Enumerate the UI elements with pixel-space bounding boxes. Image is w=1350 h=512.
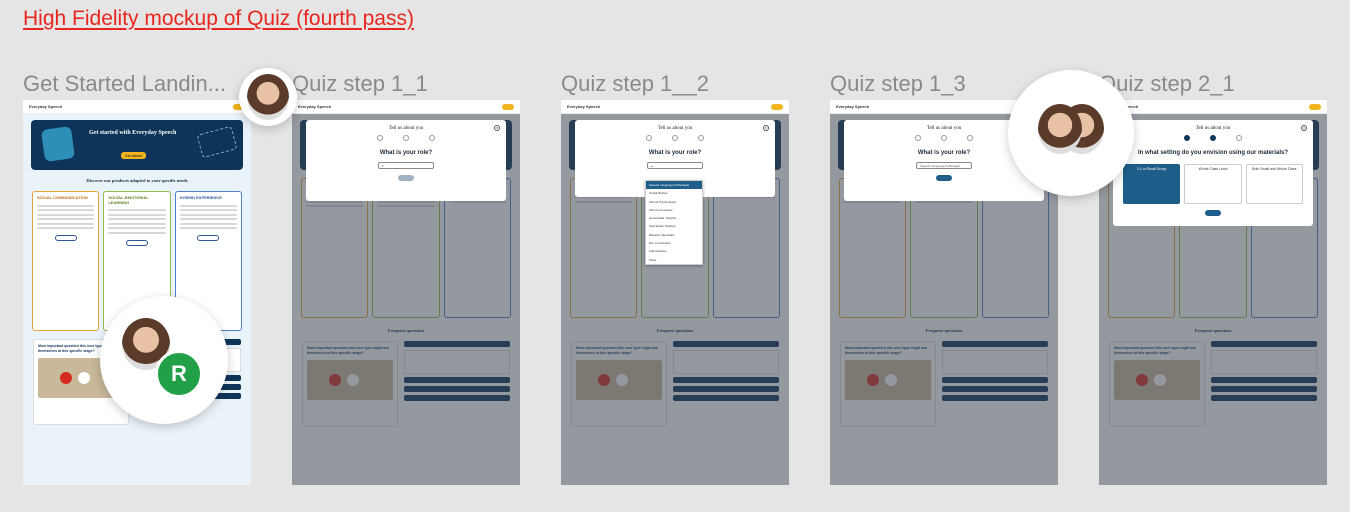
role-select[interactable]: Speech Language Pathologist: [916, 162, 972, 169]
frame-quiz-1-1[interactable]: Everyday Speech SOCIAL COMMUNICATIONSOCI…: [292, 100, 520, 485]
option-small-group[interactable]: 1:1 or Small Group: [1123, 164, 1181, 204]
learn-more-button[interactable]: [54, 235, 77, 241]
section-title: Discover our products adapted to your sp…: [86, 178, 188, 183]
logo: Everyday Speech: [298, 104, 332, 109]
page-title: High Fidelity mockup of Quiz (fourth pas…: [23, 7, 414, 30]
frame-label-quiz-1-1[interactable]: Quiz step 1_1: [292, 71, 428, 97]
top-nav: Everyday Speech: [23, 100, 251, 114]
play-icon[interactable]: [78, 372, 90, 384]
hero-get-started-button[interactable]: Get started: [121, 152, 147, 159]
apple-icon: [60, 372, 72, 384]
dropdown-option[interactable]: Other: [646, 256, 702, 264]
close-icon[interactable]: ×: [494, 125, 500, 131]
role-select-open[interactable]: ▴: [647, 162, 703, 169]
dropdown-option[interactable]: ELL Coordinator: [646, 239, 702, 247]
dropdown-option[interactable]: Administrator: [646, 247, 702, 255]
stepper: [312, 135, 500, 142]
card-title: SOCIAL-EMOTIONAL LEARNING: [108, 195, 149, 205]
role-select[interactable]: ▾: [378, 162, 434, 169]
collaborator-initial-badge: R: [155, 350, 203, 398]
question-role: What is your role?: [379, 150, 433, 156]
collaborator-avatar-stack[interactable]: [1008, 70, 1134, 196]
close-icon[interactable]: ×: [763, 125, 769, 131]
option-both[interactable]: Both Small and Whole Class: [1245, 164, 1303, 204]
nav-cta-button[interactable]: [502, 103, 514, 110]
dropdown-option[interactable]: General Ed. Teacher: [646, 214, 702, 222]
frame-quiz-2-1[interactable]: Everyday Speech SOCIAL COMMUNICATIONSOCI…: [1099, 100, 1327, 485]
learn-more-button[interactable]: [197, 235, 220, 241]
frame-landing[interactable]: Everyday Speech Get started with Everyda…: [23, 100, 251, 485]
play-mascot-icon: [40, 126, 76, 162]
top-nav: Everyday Speech: [292, 100, 520, 114]
dropdown-option[interactable]: Social Worker: [646, 189, 702, 197]
frame-label-landing[interactable]: Get Started Landin...: [23, 71, 226, 97]
dropdown-option[interactable]: School Psychologist: [646, 198, 702, 206]
dropdown-option[interactable]: Special Ed. Teacher: [646, 222, 702, 230]
pencil-icon: [196, 125, 238, 159]
collaborator-avatar[interactable]: [239, 68, 297, 126]
learn-more-button[interactable]: [125, 239, 148, 246]
quiz-modal: Tell us about you × In what setting do yo…: [1113, 120, 1313, 226]
dropdown-option[interactable]: Speech Language Pathologist: [646, 181, 702, 190]
dropdown-option[interactable]: School Counselor: [646, 206, 702, 214]
dropdown-option[interactable]: Behavior Specialist: [646, 231, 702, 239]
quiz-modal: Tell us about you × What is your role? ▾: [306, 120, 506, 201]
card-title: HYBRID EXPERIENCE: [179, 195, 222, 200]
modal-title: Tell us about you: [388, 126, 424, 131]
hero-title: Get started with Everyday Speech: [89, 130, 177, 136]
option-whole-class[interactable]: Whole Class Level: [1184, 164, 1242, 204]
question-setting: In what setting do you envision using ou…: [1137, 150, 1289, 156]
close-icon[interactable]: ×: [1301, 125, 1307, 131]
card-title: SOCIAL COMMUNICATION: [37, 195, 88, 200]
card-social-communication[interactable]: SOCIAL COMMUNICATION: [32, 191, 100, 331]
frame-quiz-1-2[interactable]: Everyday Speech SOCIAL COMMUNICATIONSOCI…: [561, 100, 789, 485]
setting-options: 1:1 or Small Group Whole Class Level Bot…: [1119, 164, 1307, 204]
hero-banner: Get started with Everyday Speech Get sta…: [31, 120, 243, 170]
logo: Everyday Speech: [29, 104, 63, 109]
frame-label-quiz-1-2[interactable]: Quiz step 1__2: [561, 71, 709, 97]
role-dropdown-list[interactable]: Speech Language Pathologist Social Worke…: [645, 180, 703, 265]
collaborator-cursor-avatar[interactable]: R: [100, 296, 228, 424]
frame-label-quiz-1-3[interactable]: Quiz step 1_3: [830, 71, 966, 97]
